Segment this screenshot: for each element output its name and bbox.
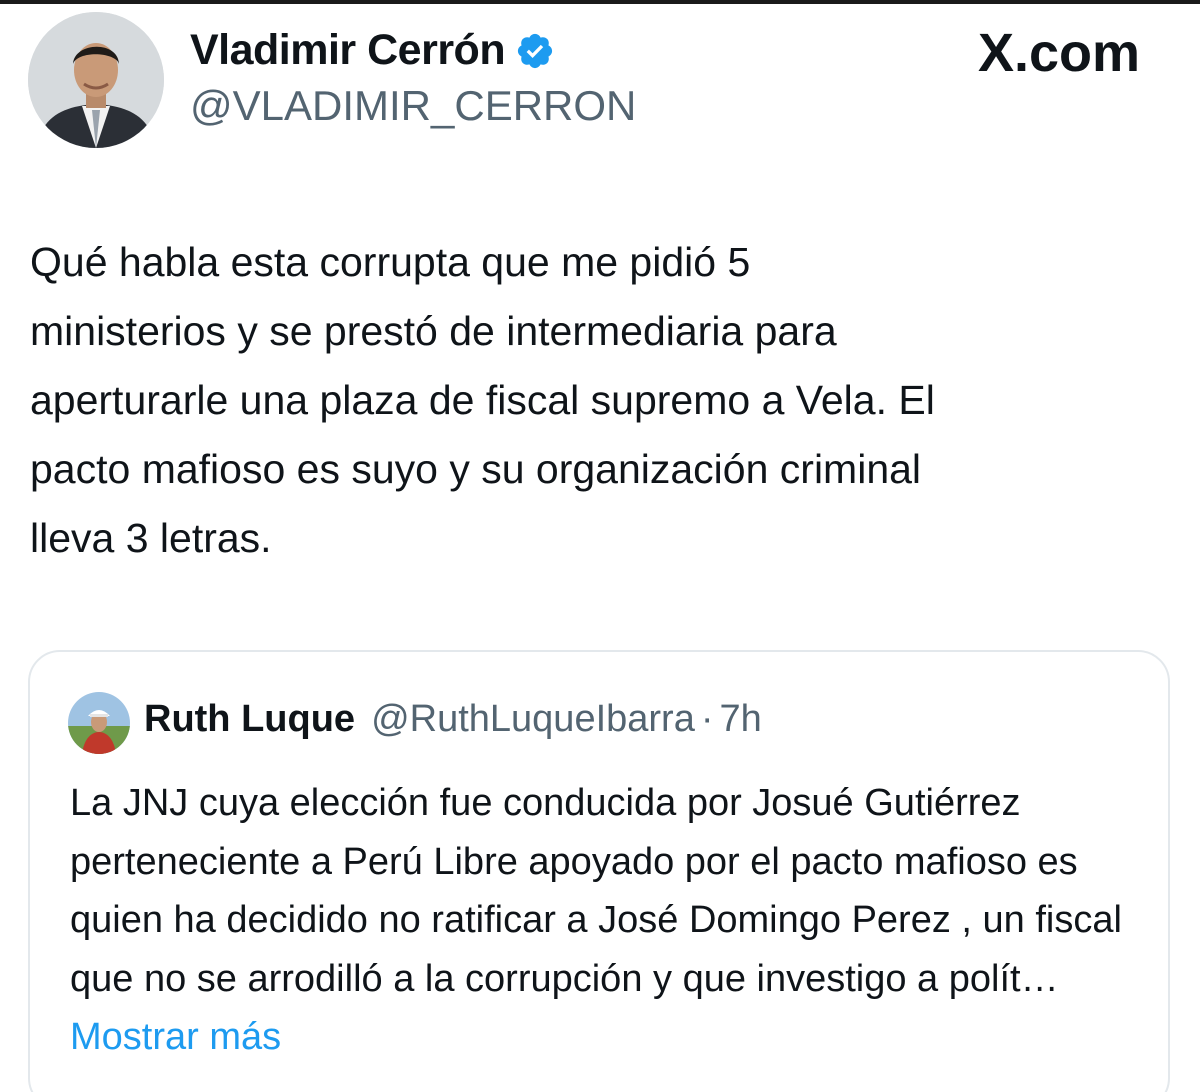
quoted-tweet-card[interactable]: Ruth Luque @RuthLuqueIbarra · 7h La JNJ … xyxy=(28,650,1170,1092)
quote-timestamp[interactable]: 7h xyxy=(720,698,762,741)
quote-author-photo xyxy=(68,692,130,754)
quote-author-name[interactable]: Ruth Luque xyxy=(144,698,355,741)
quote-text-block: La JNJ cuya elección fue conducida por J… xyxy=(70,774,1150,1067)
author-handle[interactable]: @VLADIMIR_CERRON xyxy=(190,82,636,130)
show-more-link[interactable]: Mostrar más xyxy=(70,1016,281,1058)
top-divider xyxy=(0,0,1200,4)
quote-author-handle[interactable]: @RuthLuqueIbarra xyxy=(371,698,695,741)
author-photo xyxy=(28,12,164,148)
quote-header: Ruth Luque @RuthLuqueIbarra · 7h xyxy=(144,698,762,741)
verified-badge-icon xyxy=(518,33,553,68)
author-display-name[interactable]: Vladimir Cerrón xyxy=(190,26,555,75)
quote-text: La JNJ cuya elección fue conducida por J… xyxy=(70,782,1122,1000)
tweet-text: Qué habla esta corrupta que me pidió 5 m… xyxy=(30,239,935,561)
brand-label: X.com xyxy=(977,23,1140,83)
quote-separator: · xyxy=(700,698,714,740)
author-avatar[interactable] xyxy=(28,12,164,148)
quote-author-avatar[interactable] xyxy=(68,692,130,754)
author-name-text: Vladimir Cerrón xyxy=(190,26,506,74)
